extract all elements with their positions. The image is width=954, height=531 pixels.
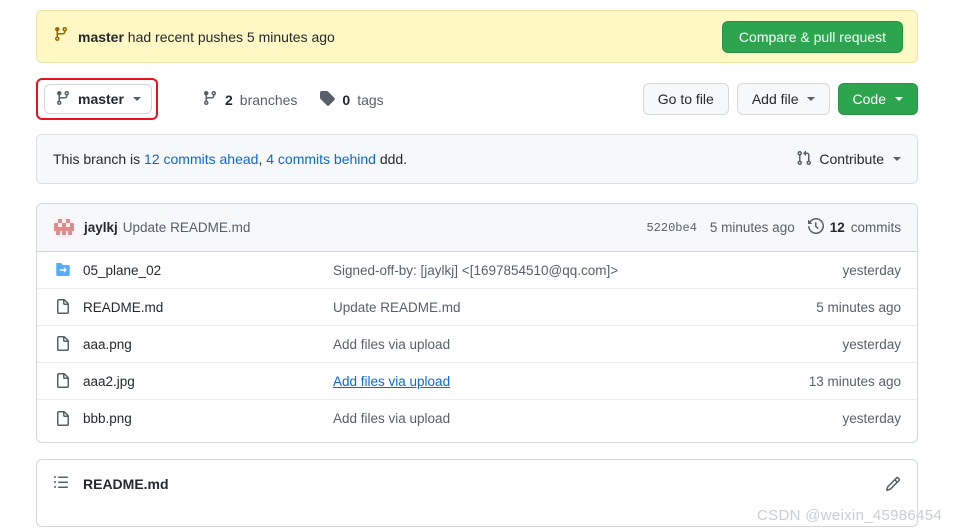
latest-commit-header: jaylkj Update README.md 5220be4 5 minute… [37,204,917,252]
git-pull-request-icon [796,150,812,169]
add-file-label: Add file [751,91,799,107]
go-to-file-button[interactable]: Go to file [642,83,729,115]
git-branch-icon [53,26,69,47]
file-age: 5 minutes ago [816,299,901,315]
table-row[interactable]: 05_plane_02 Signed-off-by: [jaylkj] <[16… [37,252,917,289]
repository-page: master had recent pushes 5 minutes ago C… [0,0,954,531]
chevron-down-icon [893,157,901,161]
file-commit-message[interactable]: Update README.md [333,300,816,315]
file-age: yesterday [842,336,901,352]
branch-selector-button[interactable]: master [44,84,152,114]
branches-count[interactable]: 2 branches [202,90,297,109]
history-clock-icon [807,217,824,237]
file-listing: jaylkj Update README.md 5220be4 5 minute… [36,203,918,443]
branch-status-text: This branch is 12 commits ahead, 4 commi… [53,151,796,167]
file-icon [53,336,73,352]
chevron-down-icon [806,97,815,101]
repo-counts: 2 branches 0 tags [202,90,384,109]
pencil-icon[interactable] [885,476,901,492]
commit-message[interactable]: Update README.md [123,220,251,235]
tag-icon [319,90,336,109]
readme-title: README.md [83,476,169,492]
tags-count-label: tags [357,91,384,108]
contribute-button[interactable]: Contribute [796,150,901,169]
banner-message-group: master had recent pushes 5 minutes ago [53,26,722,47]
table-row[interactable]: bbb.png Add files via upload yesterday [37,400,917,437]
file-age: yesterday [842,262,901,278]
code-label: Code [852,91,886,107]
commit-meta: 5220be4 5 minutes ago 12 commits [646,217,901,237]
commits-count[interactable]: 12 commits [807,217,901,237]
banner-branch-name: master [78,28,124,45]
commits-behind-link[interactable]: 4 commits behind [266,151,376,167]
code-button[interactable]: Code [837,83,918,115]
file-name[interactable]: 05_plane_02 [83,263,333,278]
tags-count[interactable]: 0 tags [319,90,384,109]
submodule-icon [53,262,73,278]
status-suffix: ddd. [375,151,408,167]
file-icon [53,299,73,315]
branch-status-bar: This branch is 12 commits ahead, 4 commi… [36,134,918,184]
tags-count-value: 0 [342,91,351,108]
file-age: yesterday [842,411,901,426]
contribute-label: Contribute [819,151,884,167]
branches-count-label: branches [239,91,298,108]
branches-count-value: 2 [225,91,233,108]
toolbar-actions: Go to file Add file Code [642,83,918,115]
commits-count-value: 12 [829,220,845,235]
file-commit-message[interactable]: Signed-off-by: [jaylkj] <[1697854510@qq.… [333,263,842,278]
file-commit-message[interactable]: Add files via upload [333,374,809,389]
git-branch-icon [202,90,218,109]
list-unordered-icon[interactable] [53,474,69,495]
recent-pushes-banner: master had recent pushes 5 minutes ago C… [36,10,918,63]
commits-count-label: commits [850,220,901,235]
file-commit-message[interactable]: Add files via upload [333,337,842,352]
chevron-down-icon [895,97,903,101]
commit-sha[interactable]: 5220be4 [646,221,696,235]
go-to-file-label: Go to file [657,91,714,107]
file-commit-message[interactable]: Add files via upload [333,411,842,426]
commit-age: 5 minutes ago [709,220,795,235]
banner-message: had recent pushes 5 minutes ago [123,28,335,45]
add-file-button[interactable]: Add file [736,83,830,115]
compare-pull-request-button[interactable]: Compare & pull request [721,20,903,53]
readme-header: README.md [37,460,917,508]
avatar[interactable] [53,216,75,239]
file-name[interactable]: bbb.png [83,411,333,426]
status-prefix: This branch is [53,151,145,167]
chevron-down-icon [132,97,141,101]
file-rows: 05_plane_02 Signed-off-by: [jaylkj] <[16… [37,252,917,437]
table-row[interactable]: README.md Update README.md 5 minutes ago [37,289,917,326]
table-row[interactable]: aaa.png Add files via upload yesterday [37,326,917,363]
file-icon [53,373,73,389]
csdn-watermark: CSDN @weixin_45986454 [757,507,942,524]
banner-text: master had recent pushes 5 minutes ago [78,29,335,45]
commits-ahead-link[interactable]: 12 commits ahead [144,151,258,167]
table-row[interactable]: aaa2.jpg Add files via upload 13 minutes… [37,363,917,400]
branch-selector-label: master [78,91,124,107]
file-age: 13 minutes ago [808,373,901,389]
commit-author[interactable]: jaylkj [84,220,118,235]
file-name[interactable]: aaa2.jpg [83,374,333,389]
file-icon [53,410,73,427]
file-name[interactable]: README.md [83,300,333,315]
git-branch-icon [55,90,71,109]
repo-toolbar: master 2 branches 0 tags Go to file Add … [36,78,918,120]
file-name[interactable]: aaa.png [83,337,333,352]
